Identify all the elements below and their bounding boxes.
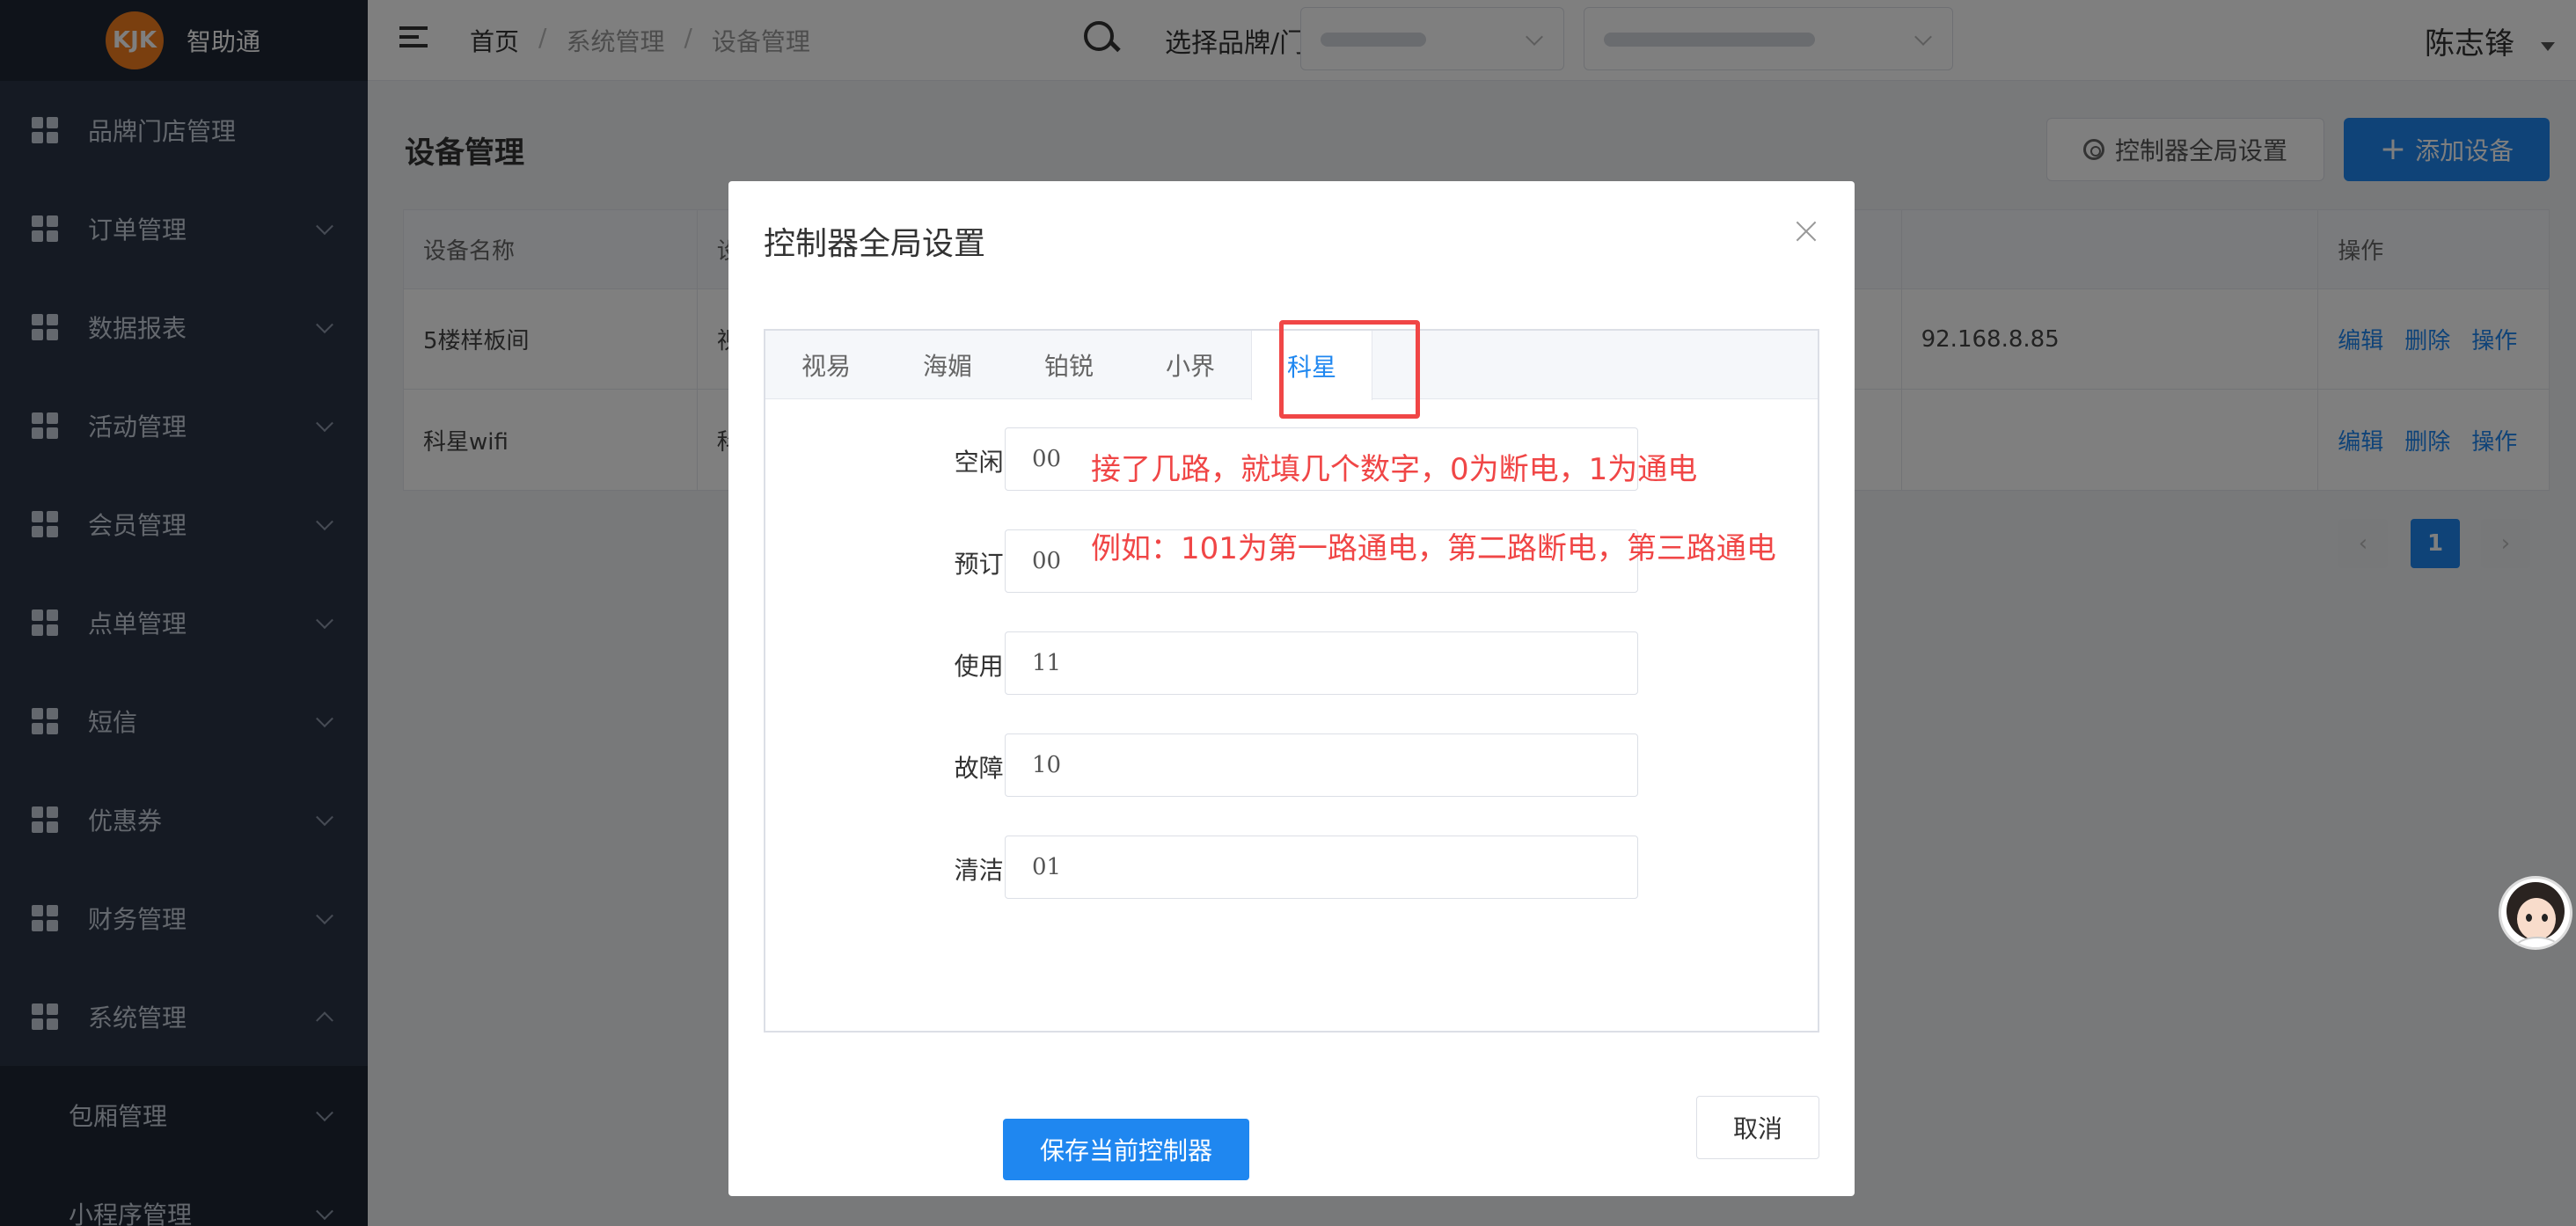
- cancel-button[interactable]: 取消: [1696, 1096, 1819, 1159]
- annotation-text: 接了几路，就填几个数字，0为断电，1为通电: [1091, 452, 1698, 487]
- dialog-title: 控制器全局设置: [764, 226, 986, 262]
- field-in-use: 使用: 11: [765, 631, 1821, 695]
- field-label: 空闲:: [954, 448, 1012, 477]
- tab-xiaojie[interactable]: 小界: [1130, 331, 1251, 399]
- field-label: 使用:: [954, 652, 1012, 681]
- cleaning-input[interactable]: 01: [1005, 836, 1638, 899]
- field-cleaning: 清洁: 01: [765, 836, 1821, 899]
- field-label: 预订:: [954, 550, 1012, 579]
- annotation-text: 例如：101为第一路通电，第二路断电，第三路通电: [1091, 531, 1776, 566]
- controller-settings-dialog: 控制器全局设置 视易 海媚 铂锐 小界 科星 空闲: 00 预订: 00 使用:…: [728, 181, 1855, 1196]
- save-controller-button[interactable]: 保存当前控制器: [1003, 1119, 1249, 1180]
- field-label: 清洁:: [954, 856, 1012, 885]
- tab-highlight-annotation: [1279, 320, 1420, 419]
- close-icon[interactable]: [1793, 218, 1819, 244]
- field-label: 故障:: [954, 754, 1012, 783]
- in-use-input[interactable]: 11: [1005, 631, 1638, 695]
- field-fault: 故障: 10: [765, 733, 1821, 797]
- tab-haimei[interactable]: 海媚: [887, 331, 1008, 399]
- tab-borui[interactable]: 铂锐: [1008, 331, 1130, 399]
- assistant-avatar[interactable]: [2499, 876, 2572, 950]
- fault-input[interactable]: 10: [1005, 733, 1638, 797]
- tab-shiyi[interactable]: 视易: [765, 331, 887, 399]
- vendor-tabs: 视易 海媚 铂锐 小界 科星 空闲: 00 预订: 00 使用: 11 故障: …: [764, 320, 1821, 1033]
